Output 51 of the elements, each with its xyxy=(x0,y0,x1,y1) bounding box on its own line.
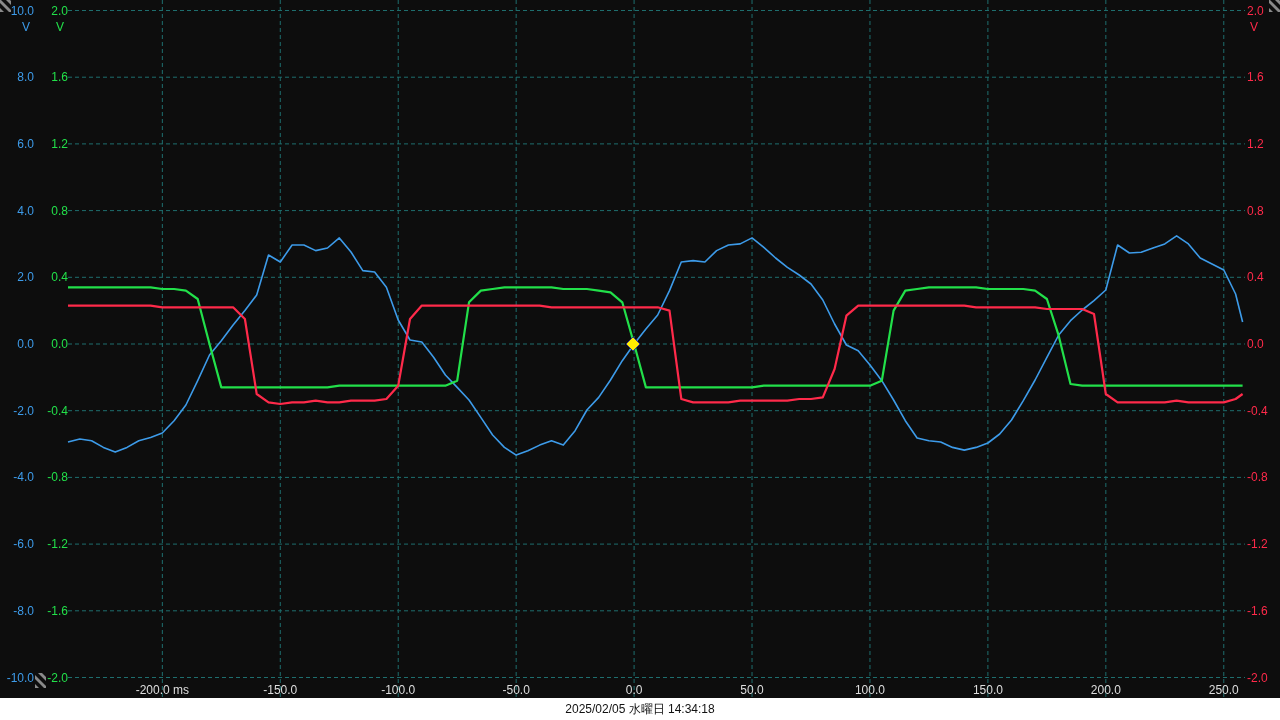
y-tick-label: 0.0 xyxy=(51,337,68,351)
y-tick-label: 0.8 xyxy=(1247,203,1264,218)
y-tick-label: 2.0 xyxy=(51,3,68,18)
y-tick-label: 2.0 xyxy=(17,270,34,285)
y-tick-label: -4.0 xyxy=(13,470,34,485)
y-tick-label: 4.0 xyxy=(17,203,34,218)
unit-label: V xyxy=(22,20,30,34)
y-tick-label: 8.0 xyxy=(17,70,34,85)
y-tick-label: -6.0 xyxy=(13,537,34,552)
y-tick-label: -1.6 xyxy=(47,603,68,618)
y-tick-label: -0.4 xyxy=(1247,403,1268,418)
x-tick-label: 200.0 xyxy=(1090,683,1121,697)
y-tick-label: -0.8 xyxy=(47,470,68,485)
y-tick-label: 10.0 xyxy=(10,3,34,18)
x-tick-label: 0.0 xyxy=(625,683,643,697)
y-tick-label: -0.8 xyxy=(1247,470,1268,485)
unit-label: V xyxy=(56,20,64,34)
y-tick-label: 1.2 xyxy=(1247,136,1264,151)
y-tick-label: 0.4 xyxy=(51,270,68,285)
y-tick-label: -1.2 xyxy=(1247,537,1268,552)
y-tick-label: 6.0 xyxy=(17,136,34,151)
y-tick-label: -2.0 xyxy=(13,403,34,418)
hatch-icon xyxy=(35,673,46,688)
y-tick-label: -2.0 xyxy=(1247,670,1268,685)
x-tick-label: -200.0 ms xyxy=(135,683,190,697)
y-tick-label: -1.2 xyxy=(47,537,68,552)
y-tick-label: 0.0 xyxy=(1247,337,1264,351)
x-tick-label: -50.0 xyxy=(502,683,530,697)
x-tick-label: -100.0 xyxy=(381,683,416,697)
y-tick-label: 1.2 xyxy=(51,136,68,151)
hatch-icon xyxy=(0,0,11,12)
y-tick-label: 0.0 xyxy=(17,337,34,351)
y-tick-label: -2.0 xyxy=(47,670,68,685)
x-tick-label: 250.0 xyxy=(1208,683,1239,697)
y-tick-label: 0.8 xyxy=(51,203,68,218)
x-tick-label: 150.0 xyxy=(972,683,1003,697)
y-tick-label: -8.0 xyxy=(13,603,34,618)
y-tick-label: -0.4 xyxy=(47,403,68,418)
y-tick-label: 1.6 xyxy=(51,70,68,85)
y-tick-label: 0.4 xyxy=(1247,270,1264,285)
x-tick-label: 50.0 xyxy=(740,683,764,697)
x-tick-label: -150.0 xyxy=(263,683,298,697)
y-tick-label: 2.0 xyxy=(1247,3,1264,18)
unit-label: V xyxy=(1250,20,1258,34)
x-tick-label: 100.0 xyxy=(854,683,885,697)
trigger-marker xyxy=(625,336,641,352)
hatch-icon xyxy=(1269,0,1280,12)
y-tick-label: -1.6 xyxy=(1247,603,1268,618)
date-time-label: 2025/02/05 水曜日 14:34:18 xyxy=(565,700,715,718)
y-tick-label: -10.0 xyxy=(6,670,34,685)
y-tick-label: 1.6 xyxy=(1247,70,1264,85)
